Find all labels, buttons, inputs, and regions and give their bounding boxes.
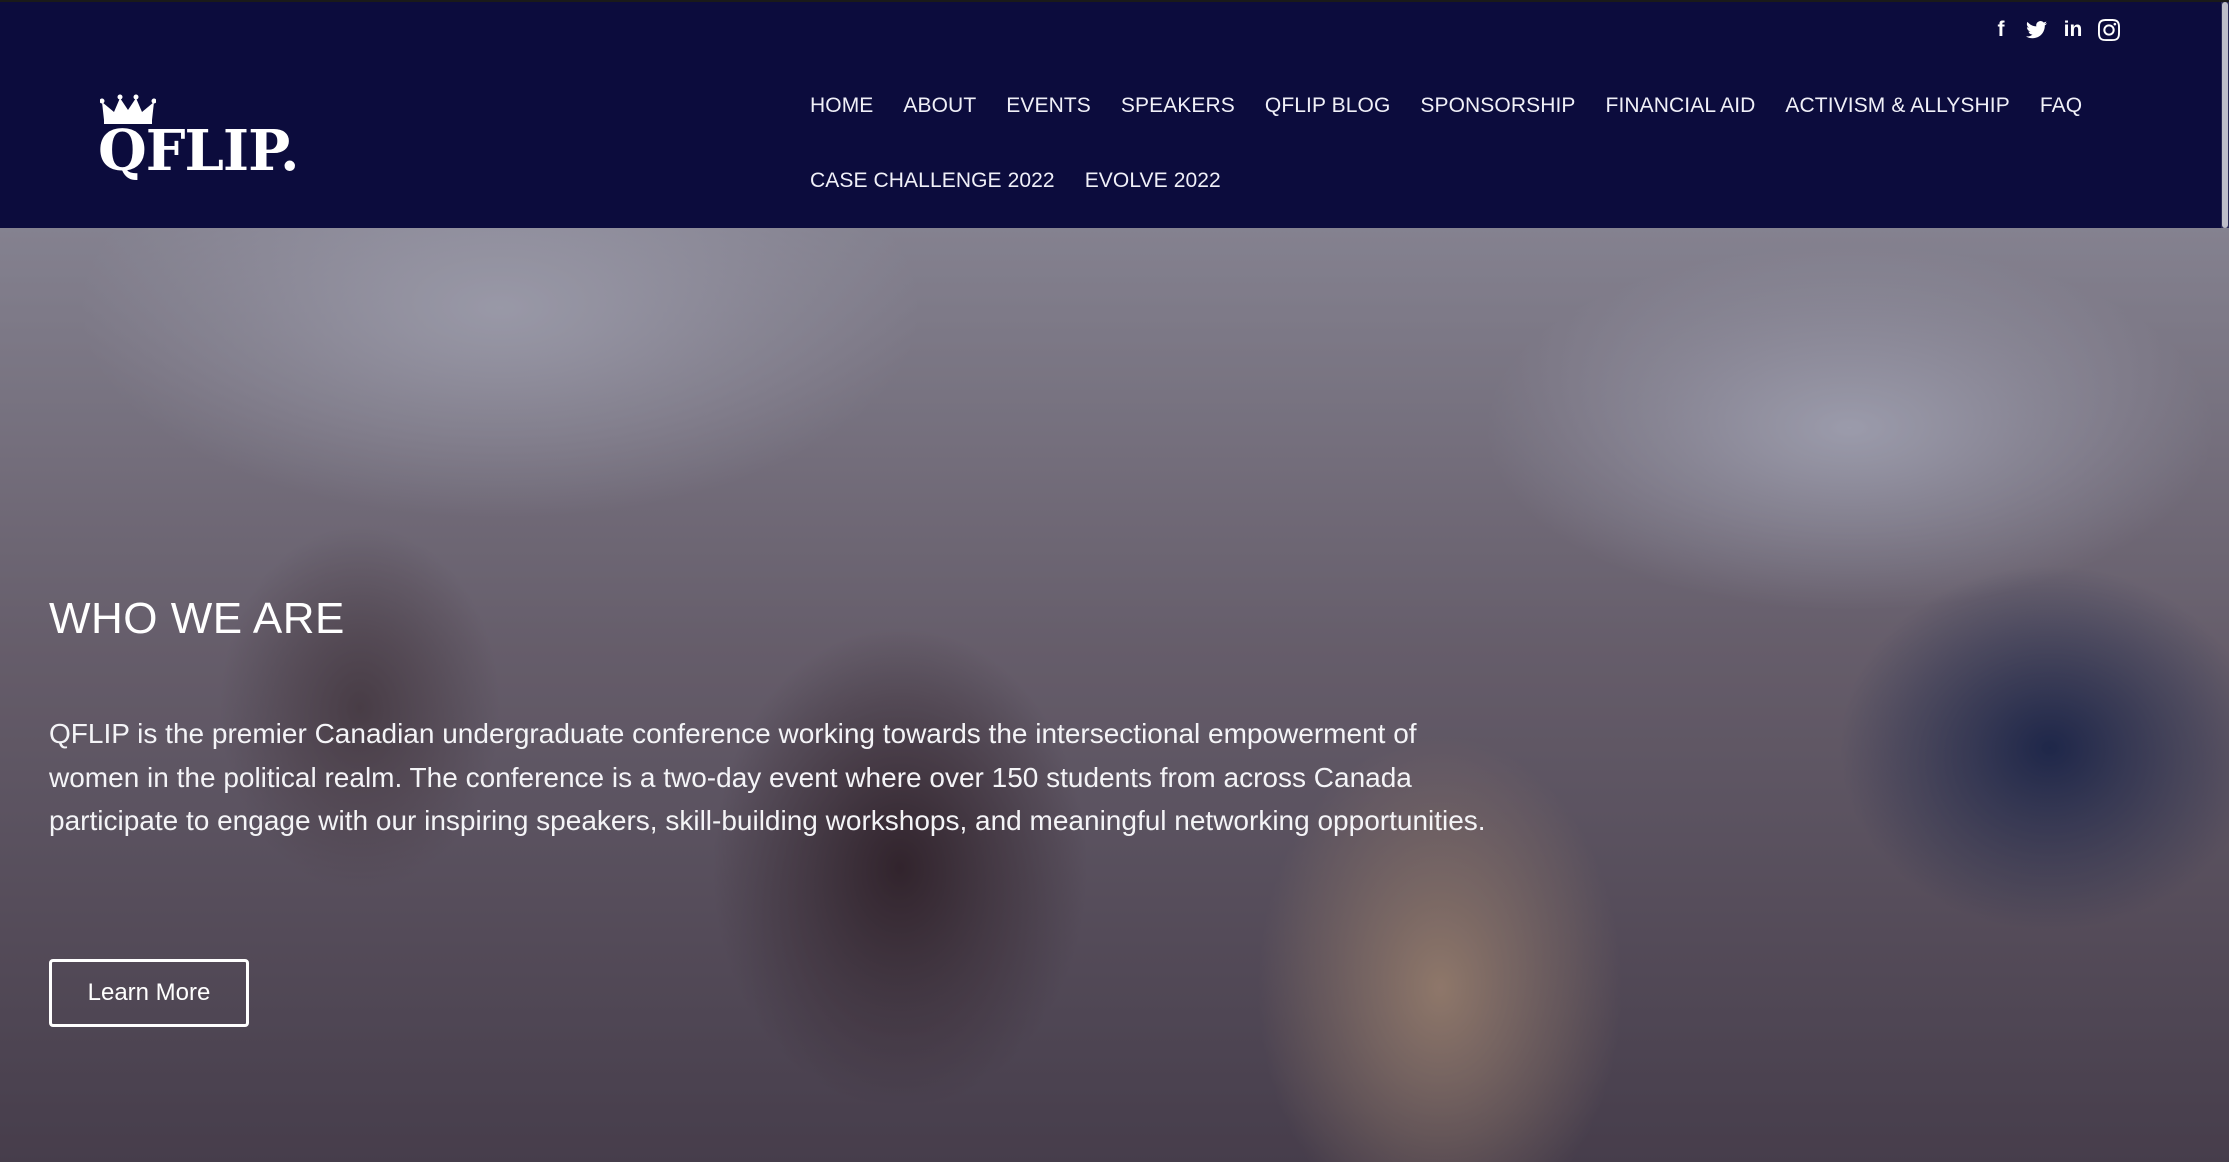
nav-row-primary: HOME ABOUT EVENTS SPEAKERS QFLIP BLOG SP…	[810, 86, 2082, 126]
nav-row-secondary: CASE CHALLENGE 2022 EVOLVE 2022	[810, 161, 2050, 201]
hero-title: WHO WE ARE	[49, 594, 345, 643]
hero-section: WHO WE ARE QFLIP is the premier Canadian…	[0, 228, 2229, 1162]
nav-item-sponsorship[interactable]: SPONSORSHIP	[1420, 94, 1575, 118]
scrollbar-thumb[interactable]	[2222, 2, 2228, 228]
facebook-icon[interactable]: f	[1990, 18, 2012, 42]
nav-item-activism-allyship[interactable]: ACTIVISM & ALLYSHIP	[1785, 94, 2009, 118]
nav-item-financial-aid[interactable]: FINANCIAL AID	[1606, 94, 1756, 118]
twitter-icon[interactable]	[2026, 18, 2048, 42]
hero-description: QFLIP is the premier Canadian undergradu…	[49, 718, 1486, 836]
nav-item-qflip-blog[interactable]: QFLIP BLOG	[1265, 94, 1391, 118]
nav-item-speakers[interactable]: SPEAKERS	[1121, 94, 1235, 118]
nav-item-case-challenge-2022[interactable]: CASE CHALLENGE 2022	[810, 169, 1055, 193]
linkedin-icon[interactable]: in	[2062, 18, 2084, 42]
learn-more-button[interactable]: Learn More	[49, 959, 249, 1027]
qflip-logo[interactable]: QFLIP.	[98, 94, 299, 194]
instagram-icon[interactable]	[2098, 18, 2120, 42]
nav-item-about[interactable]: ABOUT	[903, 94, 976, 118]
main-navigation: HOME ABOUT EVENTS SPEAKERS QFLIP BLOG SP…	[810, 86, 2082, 201]
nav-item-faq[interactable]: FAQ	[2040, 94, 2082, 118]
logo-wordmark: QFLIP.	[98, 118, 299, 184]
nav-item-evolve-2022[interactable]: EVOLVE 2022	[1085, 169, 1221, 193]
social-links: f in	[1990, 16, 2120, 44]
nav-item-events[interactable]: EVENTS	[1006, 94, 1091, 118]
site-header: f in QFLIP. HOME ABOUT EVENTS SPEAKERS Q…	[0, 2, 2229, 228]
page-scrollbar[interactable]	[2221, 2, 2229, 228]
nav-item-home[interactable]: HOME	[810, 94, 873, 118]
